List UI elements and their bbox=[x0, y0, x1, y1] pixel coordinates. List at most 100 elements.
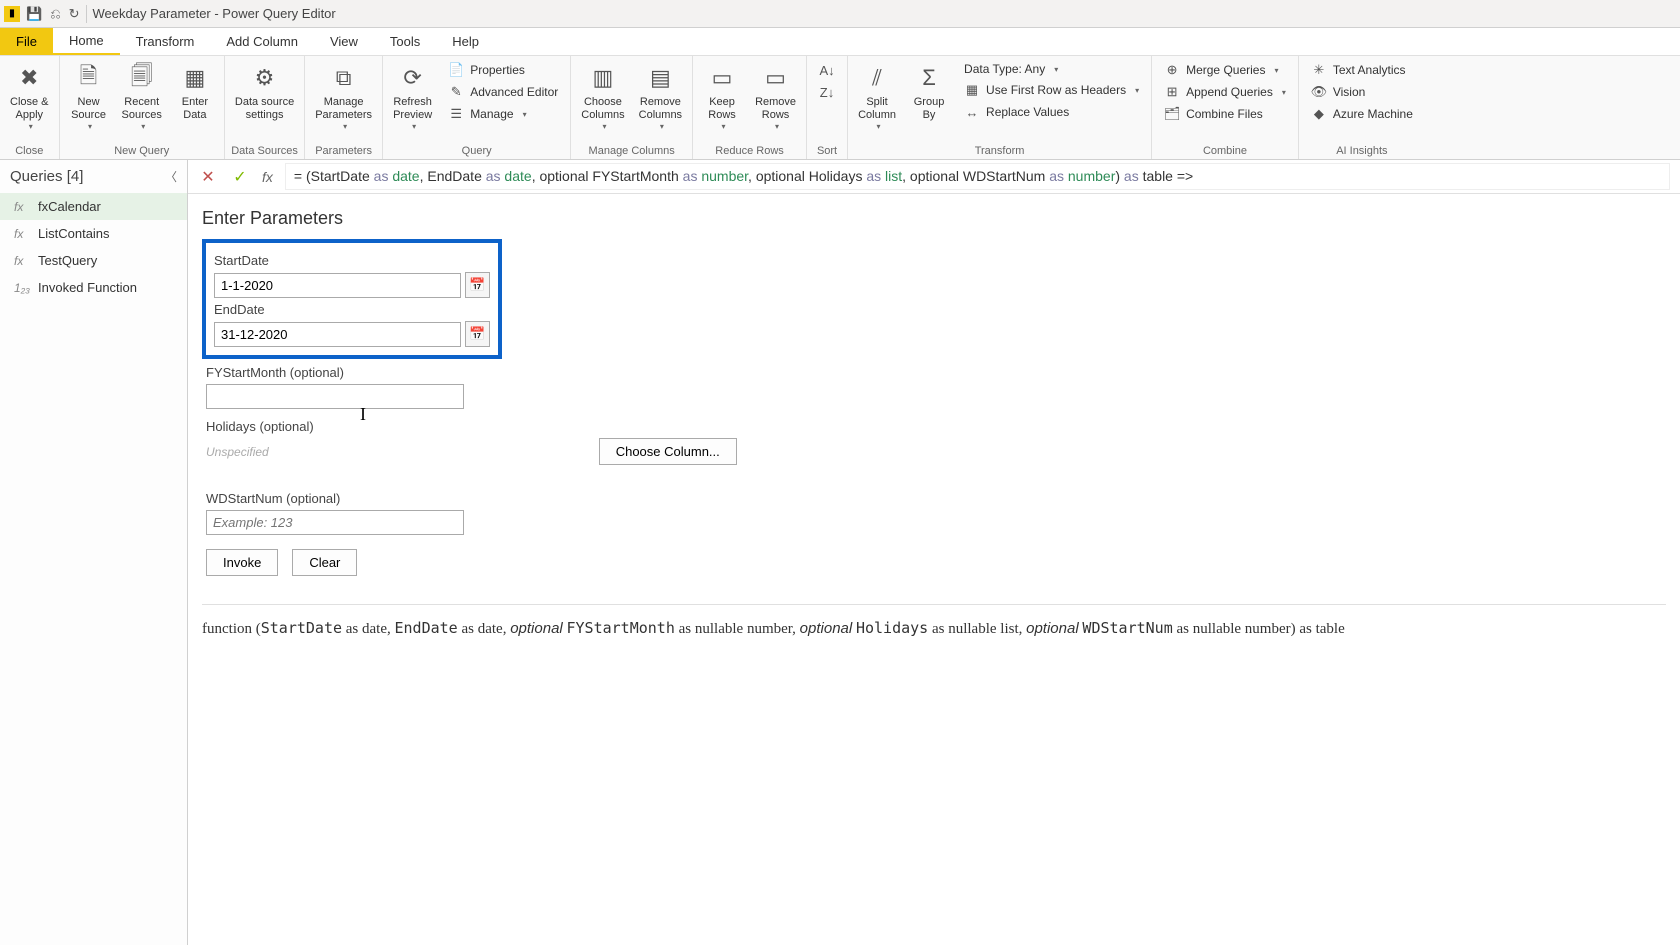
remove-rows-button[interactable]: ▭Remove Rows bbox=[749, 58, 802, 135]
startdate-label: StartDate bbox=[214, 253, 490, 268]
gear-icon: ⚙ bbox=[249, 62, 281, 94]
group-manage-columns: ▥Choose Columns ▤Remove Columns Manage C… bbox=[571, 56, 693, 159]
group-data-sources: ⚙Data source settings Data Sources bbox=[225, 56, 305, 159]
new-source-icon: 🗎 bbox=[73, 62, 105, 94]
refresh-icon: ⟳ bbox=[397, 62, 429, 94]
enter-data-icon: ▦ bbox=[179, 62, 211, 94]
fx-icon: fx bbox=[14, 200, 30, 214]
query-item-fxcalendar[interactable]: fxfxCalendar bbox=[0, 193, 187, 220]
split-column-button[interactable]: ⫽Split Column bbox=[852, 58, 902, 135]
parameters-icon: ⧉ bbox=[328, 62, 360, 94]
formula-bar: ✕ ✓ fx = (StartDate as date, EndDate as … bbox=[188, 160, 1680, 194]
split-icon: ⫽ bbox=[861, 62, 893, 94]
replace-icon: ↔ bbox=[964, 104, 980, 120]
sort-asc-button[interactable]: A↓ bbox=[815, 60, 839, 80]
enddate-calendar-icon[interactable]: 📅 bbox=[465, 321, 490, 347]
wdstartnum-input[interactable] bbox=[206, 510, 464, 535]
query-item-invoked-function[interactable]: 1₂₃Invoked Function bbox=[0, 274, 187, 301]
query-item-listcontains[interactable]: fxListContains bbox=[0, 220, 187, 247]
group-by-icon: Σ bbox=[913, 62, 945, 94]
sort-desc-icon: Z↓ bbox=[819, 84, 835, 100]
divider bbox=[86, 5, 87, 23]
text-analytics-icon: ✳ bbox=[1311, 62, 1327, 78]
text-cursor-icon: I bbox=[360, 404, 366, 425]
editor-icon: ✎ bbox=[448, 84, 464, 100]
new-source-button[interactable]: 🗎New Source bbox=[64, 58, 114, 135]
group-sort: A↓ Z↓ Sort bbox=[807, 56, 848, 159]
text-analytics-button[interactable]: ✳Text Analytics bbox=[1307, 60, 1417, 80]
tab-tools[interactable]: Tools bbox=[374, 28, 436, 55]
keep-rows-icon: ▭ bbox=[706, 62, 738, 94]
group-ai-insights: ✳Text Analytics 👁Vision ◆Azure Machine A… bbox=[1299, 56, 1425, 159]
accept-formula-icon[interactable]: ✓ bbox=[230, 167, 250, 187]
formula-input[interactable]: = (StartDate as date, EndDate as date, o… bbox=[285, 163, 1670, 190]
cancel-formula-icon[interactable]: ✕ bbox=[198, 167, 218, 187]
tab-file[interactable]: File bbox=[0, 28, 53, 55]
group-query: ⟳Refresh Preview 📄Properties ✎Advanced E… bbox=[383, 56, 571, 159]
remove-columns-button[interactable]: ▤Remove Columns bbox=[633, 58, 688, 135]
required-params-highlight: StartDate 📅 EndDate 📅 bbox=[202, 239, 502, 359]
tab-view[interactable]: View bbox=[314, 28, 374, 55]
invoke-button[interactable]: Invoke bbox=[206, 549, 278, 576]
fx-label-icon[interactable]: fx bbox=[262, 169, 273, 185]
replace-values-button[interactable]: ↔Replace Values bbox=[960, 102, 1143, 122]
remove-columns-icon: ▤ bbox=[644, 62, 676, 94]
enddate-input[interactable] bbox=[214, 322, 461, 347]
advanced-editor-button[interactable]: ✎Advanced Editor bbox=[444, 82, 562, 102]
save-icon[interactable]: 💾 bbox=[26, 6, 42, 22]
group-by-button[interactable]: ΣGroup By bbox=[904, 58, 954, 126]
tab-add-column[interactable]: Add Column bbox=[210, 28, 314, 55]
group-new-query: 🗎New Source 🗐Recent Sources ▦Enter Data … bbox=[60, 56, 225, 159]
enter-parameters-title: Enter Parameters bbox=[202, 208, 1666, 229]
tab-transform[interactable]: Transform bbox=[120, 28, 211, 55]
append-queries-button[interactable]: ⊞Append Queries bbox=[1160, 82, 1290, 102]
queries-pane: Queries [4] 〈 fxfxCalendar fxListContain… bbox=[0, 160, 188, 945]
clear-button[interactable]: Clear bbox=[292, 549, 357, 576]
undo-icon[interactable]: ⎌ bbox=[50, 6, 60, 22]
fx-icon: fx bbox=[14, 227, 30, 241]
properties-button[interactable]: 📄Properties bbox=[444, 60, 562, 80]
choose-columns-button[interactable]: ▥Choose Columns bbox=[575, 58, 630, 135]
data-type-button[interactable]: Data Type: Any bbox=[960, 60, 1143, 78]
manage-icon: ☰ bbox=[448, 106, 464, 122]
window-title: Weekday Parameter - Power Query Editor bbox=[93, 6, 336, 21]
startdate-input[interactable] bbox=[214, 273, 461, 298]
tab-home[interactable]: Home bbox=[53, 28, 120, 55]
recent-sources-icon: 🗐 bbox=[126, 62, 158, 94]
wdstartnum-label: WDStartNum (optional) bbox=[206, 491, 1666, 506]
sort-desc-button[interactable]: Z↓ bbox=[815, 82, 839, 102]
choose-column-button[interactable]: Choose Column... bbox=[599, 438, 737, 465]
combine-files-button[interactable]: 🗂Combine Files bbox=[1160, 104, 1290, 124]
merge-icon: ⊕ bbox=[1164, 62, 1180, 78]
queries-header: Queries [4] bbox=[10, 168, 83, 185]
sort-asc-icon: A↓ bbox=[819, 62, 835, 78]
close-apply-icon: ✖ bbox=[13, 62, 45, 94]
recent-sources-button[interactable]: 🗐Recent Sources bbox=[116, 58, 168, 135]
manage-button[interactable]: ☰Manage bbox=[444, 104, 562, 124]
query-item-testquery[interactable]: fxTestQuery bbox=[0, 247, 187, 274]
fx-icon: fx bbox=[14, 254, 30, 268]
azure-ml-button[interactable]: ◆Azure Machine bbox=[1307, 104, 1417, 124]
holidays-placeholder: Unspecified bbox=[206, 445, 269, 459]
close-apply-button[interactable]: ✖ Close & Apply bbox=[4, 58, 55, 135]
vision-button[interactable]: 👁Vision bbox=[1307, 82, 1417, 102]
data-source-settings-button[interactable]: ⚙Data source settings bbox=[229, 58, 300, 126]
group-close: ✖ Close & Apply Close bbox=[0, 56, 60, 159]
merge-queries-button[interactable]: ⊕Merge Queries bbox=[1160, 60, 1290, 80]
first-row-headers-button[interactable]: ▦Use First Row as Headers bbox=[960, 80, 1143, 100]
enter-data-button[interactable]: ▦Enter Data bbox=[170, 58, 220, 126]
refresh-preview-button[interactable]: ⟳Refresh Preview bbox=[387, 58, 438, 135]
keep-rows-button[interactable]: ▭Keep Rows bbox=[697, 58, 747, 135]
startdate-calendar-icon[interactable]: 📅 bbox=[465, 272, 490, 298]
choose-columns-icon: ▥ bbox=[587, 62, 619, 94]
fystartmonth-label: FYStartMonth (optional) bbox=[206, 365, 1666, 380]
group-transform: ⫽Split Column ΣGroup By Data Type: Any ▦… bbox=[848, 56, 1152, 159]
remove-rows-icon: ▭ bbox=[760, 62, 792, 94]
collapse-queries-icon[interactable]: 〈 bbox=[165, 168, 177, 185]
function-signature: function (StartDate as date, EndDate as … bbox=[202, 604, 1666, 638]
headers-icon: ▦ bbox=[964, 82, 980, 98]
fystartmonth-input[interactable] bbox=[206, 384, 464, 409]
redo-icon[interactable]: ↻ bbox=[69, 6, 80, 22]
tab-help[interactable]: Help bbox=[436, 28, 495, 55]
manage-parameters-button[interactable]: ⧉Manage Parameters bbox=[309, 58, 378, 135]
